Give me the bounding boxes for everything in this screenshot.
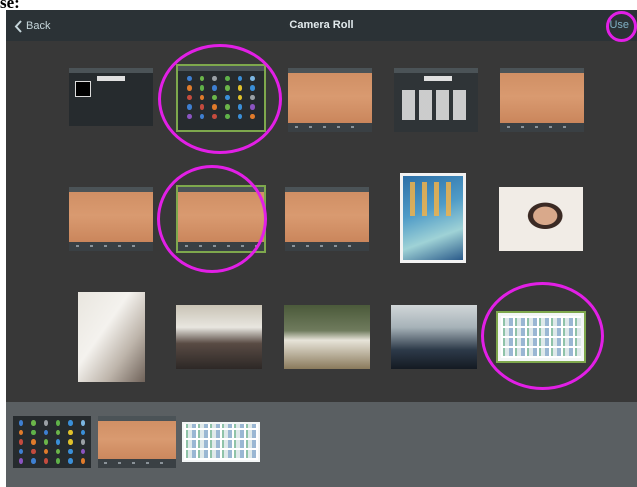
selected-tray [6, 402, 637, 487]
thumb-toolbar [500, 68, 584, 73]
thumb-toolbar [178, 187, 264, 192]
tab-strip [97, 76, 125, 81]
thumb-toolbar [178, 66, 264, 71]
tile-grid [184, 424, 258, 460]
thumb-bottom-bar [288, 123, 372, 132]
photo-thumbnail-5[interactable] [500, 68, 584, 132]
photo-thumbnail-6[interactable] [69, 187, 153, 251]
icon-grid [184, 75, 258, 120]
photo-thumbnail-2[interactable] [176, 64, 266, 132]
tab-strip [424, 76, 452, 81]
thumb-bottom-bar [98, 459, 176, 468]
tray-thumbnail-2[interactable] [98, 416, 176, 468]
thumb-toolbar [285, 187, 369, 192]
photo-thumbnail-3[interactable] [288, 68, 372, 132]
photo-thumbnail-8[interactable] [285, 187, 369, 251]
photo-thumbnail-1[interactable] [69, 68, 153, 126]
tile-grid [501, 316, 581, 358]
app-icons [410, 182, 456, 216]
icon-grid [16, 419, 88, 465]
photo-thumbnail-11[interactable] [78, 292, 145, 382]
navigation-bar: Back Camera Roll Use [6, 10, 637, 41]
camera-roll-screen: Back Camera Roll Use [6, 10, 637, 487]
black-swatch [75, 81, 91, 97]
thumb-toolbar [69, 187, 153, 192]
thumb-toolbar [98, 416, 176, 421]
photo-thumbnail-7[interactable] [176, 185, 266, 253]
thumb-bottom-bar [285, 242, 369, 251]
thumb-toolbar [394, 68, 478, 73]
photo-thumbnail-9[interactable] [400, 173, 466, 263]
use-button[interactable]: Use [609, 19, 629, 31]
photo-thumbnail-14[interactable] [391, 305, 477, 369]
photo-thumbnail-12[interactable] [176, 305, 262, 369]
photo-thumbnail-4[interactable] [394, 68, 478, 132]
thumb-bottom-bar [500, 123, 584, 132]
thumb-toolbar [288, 68, 372, 73]
thumb-toolbar [69, 68, 153, 73]
nav-title: Camera Roll [289, 19, 354, 31]
tray-thumbnail-1[interactable] [13, 416, 91, 468]
thumb-bottom-bar [178, 242, 264, 251]
thumb-bottom-bar [69, 242, 153, 251]
photo-thumbnail-10[interactable] [499, 187, 583, 251]
photo-thumbnail-13[interactable] [284, 305, 370, 369]
tray-thumbnail-3[interactable] [182, 422, 260, 462]
swatch-row [402, 90, 470, 120]
photo-thumbnail-15[interactable] [496, 311, 586, 363]
